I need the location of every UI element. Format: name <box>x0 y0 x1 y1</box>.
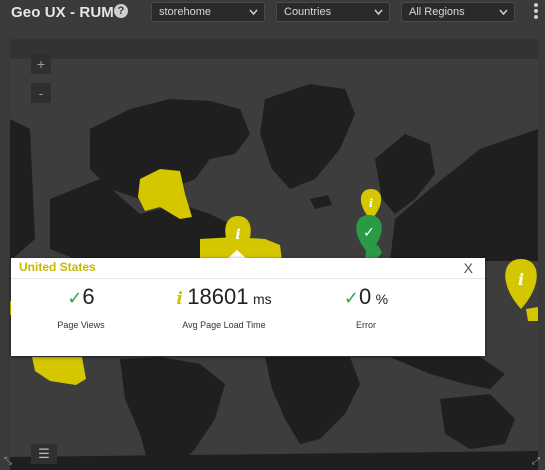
avg-load-unit: ms <box>252 291 272 307</box>
geo-ux-rum-widget: Geo UX - RUM ? storehome Countries All R… <box>0 0 545 470</box>
error-label: Error <box>356 320 376 330</box>
info-icon: i <box>369 197 373 210</box>
error-value: 0 <box>358 284 372 309</box>
application-select-value: storehome <box>159 6 211 18</box>
application-select[interactable]: storehome <box>151 2 265 22</box>
marker-asia: i <box>505 259 537 309</box>
close-icon[interactable]: X <box>464 260 473 276</box>
info-icon: i <box>518 270 524 289</box>
region-select[interactable]: All Regions <box>401 2 515 22</box>
hamburger-menu-icon[interactable]: ☰ <box>31 444 57 464</box>
geo-level-select[interactable]: Countries <box>276 2 390 22</box>
error-unit: % <box>375 291 389 307</box>
zoom-in-button[interactable]: + <box>31 54 51 74</box>
check-icon: ✓ <box>343 288 359 308</box>
country-australia-west <box>32 357 86 385</box>
page-views-value: 6 <box>82 284 95 309</box>
popup-country-name: United States <box>19 260 96 274</box>
widget-title: Geo UX - RUM <box>11 4 114 21</box>
country-singapore-area <box>526 307 538 321</box>
land-iceland <box>310 195 332 209</box>
chevron-down-icon <box>249 9 258 15</box>
resize-right-icon[interactable]: ⤢ <box>532 456 540 467</box>
popup-header: United States X <box>11 258 485 279</box>
land-australia <box>440 394 515 449</box>
more-options-icon[interactable] <box>533 3 539 21</box>
land-africa <box>265 357 360 444</box>
geo-level-select-value: Countries <box>284 6 332 18</box>
land-south-asia <box>390 357 505 389</box>
metric-error: ✓0 % Error <box>336 284 396 330</box>
land-south-america <box>120 357 225 470</box>
resize-left-icon[interactable]: ⤡ <box>4 456 12 467</box>
page-views-label: Page Views <box>57 320 105 330</box>
zoom-out-button[interactable]: - <box>31 83 51 103</box>
map-canvas: i i ✓ i <box>10 84 538 470</box>
land-greenland <box>260 84 355 189</box>
land-antarctica <box>10 451 538 470</box>
metric-avg-page-load: i 18601 ms Avg Page Load Time <box>164 284 284 330</box>
chevron-down-icon <box>499 9 508 15</box>
region-select-value: All Regions <box>409 6 465 18</box>
world-map[interactable]: i i ✓ i + - <box>10 39 538 470</box>
info-icon: i <box>235 227 240 243</box>
avg-load-value: 18601 <box>187 284 249 309</box>
chevron-down-icon <box>374 9 383 15</box>
check-icon: ✓ <box>67 288 83 308</box>
help-icon[interactable]: ? <box>114 4 128 18</box>
country-details-popup: United States X ✓6 Page Views i 18601 ms… <box>11 258 485 356</box>
avg-load-label: Avg Page Load Time <box>182 320 266 330</box>
info-icon: i <box>176 289 183 309</box>
land-left-edge <box>10 119 35 261</box>
check-icon: ✓ <box>363 224 375 240</box>
metric-page-views: ✓6 Page Views <box>51 284 111 330</box>
